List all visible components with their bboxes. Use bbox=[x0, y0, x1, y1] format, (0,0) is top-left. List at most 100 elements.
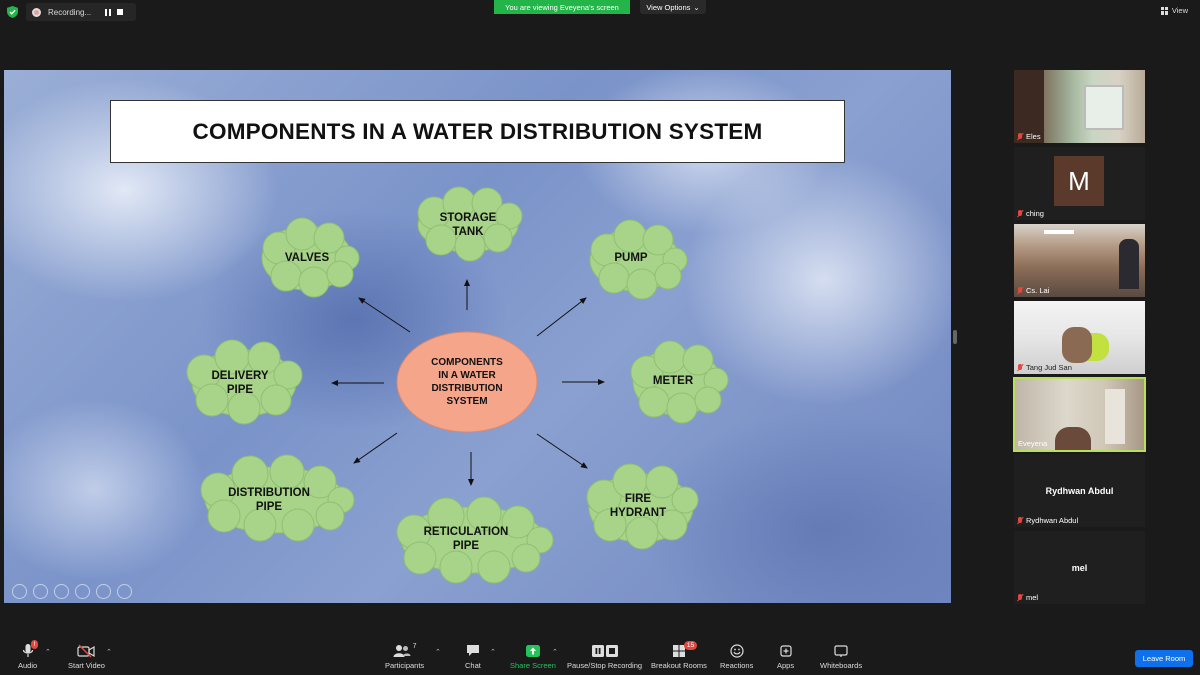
share-screen-icon bbox=[525, 644, 540, 657]
apps-button[interactable]: Apps bbox=[777, 642, 794, 670]
participant-name-label: Eles bbox=[1026, 132, 1041, 141]
mic-muted-icon bbox=[1017, 132, 1023, 141]
more-options-icon[interactable] bbox=[117, 584, 132, 599]
slides-grid-icon[interactable] bbox=[75, 584, 90, 599]
tile-person bbox=[1055, 427, 1091, 450]
node-distribution-pipe: DISTRIBUTION PIPE bbox=[209, 484, 329, 516]
reticulation-pipe-line-2: PIPE bbox=[452, 540, 480, 552]
arrow-to-valves bbox=[358, 297, 411, 333]
participant-name-label: mel bbox=[1026, 593, 1039, 602]
participant-tile-tang-jud-san[interactable]: Tang Jud San bbox=[1014, 301, 1145, 374]
reactions-button[interactable]: Reactions bbox=[720, 642, 753, 670]
pause-recording-icon[interactable] bbox=[105, 8, 112, 16]
participant-name-tang-jud-san: Tang Jud San bbox=[1017, 363, 1072, 372]
node-fire-hydrant: FIRE HYDRANT bbox=[588, 490, 688, 522]
participant-name-cs-lai: Cs. Lai bbox=[1017, 286, 1049, 295]
pause-stop-recording-button[interactable]: Pause/Stop Recording bbox=[567, 642, 642, 670]
node-center: COMPONENTS IN A WATER DISTRIBUTION SYSTE… bbox=[407, 355, 527, 409]
participants-icon bbox=[393, 644, 411, 657]
grid-view-icon bbox=[1160, 6, 1169, 15]
share-screen-button[interactable]: Share Screen bbox=[510, 642, 556, 670]
prev-slide-icon[interactable] bbox=[12, 584, 27, 599]
participant-tile-mel[interactable]: mel mel bbox=[1014, 531, 1145, 604]
participant-name-label: Cs. Lai bbox=[1026, 286, 1050, 295]
mic-muted-icon bbox=[1017, 209, 1023, 218]
chat-icon bbox=[466, 644, 479, 656]
share-screen-label: Share Screen bbox=[510, 661, 556, 670]
center-line-2: IN A WATER bbox=[438, 370, 496, 381]
node-storage-tank: STORAGE TANK bbox=[418, 209, 518, 241]
center-line-3: DISTRIBUTION bbox=[431, 383, 503, 394]
recording-label: Recording... bbox=[48, 7, 92, 17]
participant-name-rydhwan: Rydhwan Abdul bbox=[1017, 516, 1078, 525]
tile-person bbox=[1062, 327, 1092, 363]
fire-hydrant-line-2: HYDRANT bbox=[609, 507, 667, 519]
mic-muted-icon bbox=[1017, 286, 1023, 295]
shield-icon[interactable] bbox=[7, 6, 18, 18]
breakout-rooms-badge: 15 bbox=[683, 641, 698, 650]
pump-label: PUMP bbox=[614, 251, 648, 264]
pen-icon[interactable] bbox=[54, 584, 69, 599]
reticulation-pipe-line-1: RETICULATION bbox=[423, 525, 509, 538]
center-line-4: SYSTEM bbox=[446, 396, 488, 407]
participant-name-eles: Eles bbox=[1017, 132, 1041, 141]
chat-button[interactable]: Chat bbox=[465, 642, 481, 670]
mic-muted-icon bbox=[1017, 363, 1023, 372]
arrow-to-pump bbox=[536, 297, 587, 337]
shared-screen[interactable]: COMPONENTS IN A WATER DISTRIBUTION SYSTE… bbox=[4, 70, 951, 603]
arrow-to-fire-hydrant bbox=[536, 433, 588, 469]
distribution-pipe-line-2: PIPE bbox=[255, 501, 283, 513]
participants-label: Participants bbox=[385, 661, 425, 670]
whiteboards-button[interactable]: Whiteboards bbox=[820, 642, 862, 670]
video-options-caret[interactable]: ⌃ bbox=[106, 648, 112, 656]
participant-tile-eveyena[interactable]: Eveyena bbox=[1013, 377, 1146, 452]
avatar: M bbox=[1054, 156, 1104, 206]
panel-resize-handle[interactable] bbox=[953, 330, 957, 344]
participant-tile-cs-lai[interactable]: Cs. Lai bbox=[1014, 224, 1145, 297]
node-meter: METER bbox=[634, 372, 712, 390]
mic-muted-icon bbox=[1017, 516, 1023, 525]
distribution-pipe-line-1: DISTRIBUTION bbox=[228, 486, 310, 499]
participant-name-ching: ching bbox=[1017, 209, 1044, 218]
video-off-icon bbox=[77, 643, 96, 658]
participants-button[interactable]: 7 Participants bbox=[385, 642, 424, 670]
mic-muted-icon bbox=[1017, 593, 1023, 602]
tile-person bbox=[1119, 239, 1139, 289]
chat-label: Chat bbox=[465, 661, 481, 670]
participant-tile-rydhwan[interactable]: Rydhwan Abdul Rydhwan Abdul bbox=[1014, 454, 1145, 527]
audio-button[interactable]: ! Audio bbox=[18, 640, 39, 670]
start-video-button[interactable]: Start Video bbox=[68, 642, 105, 670]
view-label: View bbox=[1171, 6, 1188, 15]
zoom-icon[interactable] bbox=[96, 584, 111, 599]
reactions-icon bbox=[730, 643, 744, 658]
share-options-caret[interactable]: ⌃ bbox=[552, 648, 558, 656]
view-button[interactable]: View bbox=[1160, 6, 1188, 15]
participant-name-label: Rydhwan Abdul bbox=[1026, 516, 1079, 525]
storage-tank-line-1: STORAGE bbox=[439, 211, 497, 224]
participants-options-caret[interactable]: ⌃ bbox=[435, 648, 441, 656]
recording-indicator: Recording... bbox=[26, 3, 136, 21]
delivery-pipe-line-2: PIPE bbox=[226, 384, 254, 396]
participant-name-label: Tang Jud San bbox=[1026, 363, 1072, 372]
slide-tool-buttons bbox=[12, 584, 132, 599]
node-valves: VALVES bbox=[266, 249, 348, 267]
leave-room-button[interactable]: Leave Room bbox=[1135, 650, 1193, 667]
stop-recording-icon[interactable] bbox=[117, 9, 124, 15]
audio-options-caret[interactable]: ⌃ bbox=[45, 648, 51, 656]
pause-stop-recording-icon bbox=[591, 644, 618, 657]
participant-name-eveyena: Eveyena bbox=[1018, 439, 1047, 448]
participant-tile-eles[interactable]: Eles bbox=[1014, 70, 1145, 143]
view-options-label: View Options bbox=[646, 2, 691, 12]
breakout-rooms-button[interactable]: 15 Breakout Rooms bbox=[651, 641, 707, 670]
node-delivery-pipe: DELIVERY PIPE bbox=[190, 367, 290, 399]
meter-label: METER bbox=[652, 374, 694, 387]
participant-name-mel: mel bbox=[1017, 593, 1038, 602]
meeting-toolbar: ! Audio ⌃ Start Video ⌃ 7 Participants ⌃… bbox=[0, 636, 1200, 675]
view-options-button[interactable]: View Options ⌄ bbox=[640, 0, 706, 14]
whiteboard-icon bbox=[834, 644, 848, 657]
start-video-label: Start Video bbox=[68, 661, 105, 670]
participant-tile-ching[interactable]: M ching bbox=[1014, 147, 1145, 220]
tile-ceiling-light bbox=[1044, 230, 1074, 234]
chat-options-caret[interactable]: ⌃ bbox=[490, 648, 496, 656]
next-slide-icon[interactable] bbox=[33, 584, 48, 599]
